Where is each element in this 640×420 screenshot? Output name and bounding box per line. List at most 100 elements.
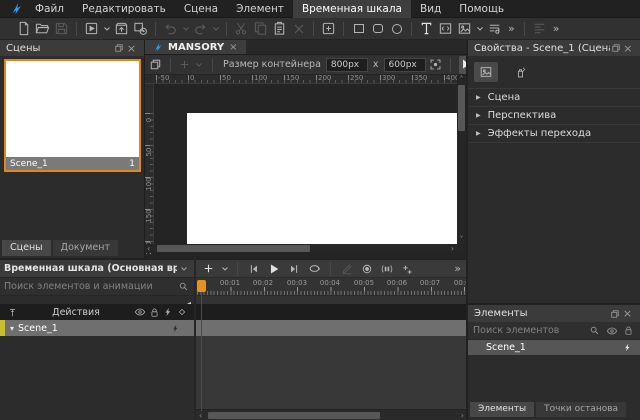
float-panel-icon[interactable]: [112, 42, 125, 55]
lock-column-icon[interactable]: [147, 305, 161, 319]
publish-settings-button[interactable]: [131, 19, 150, 38]
section-transition-effects[interactable]: ▶ Эффекты перехода: [468, 125, 640, 143]
canvas-viewport[interactable]: -50 0 50 100 150 200 250 300 350 400 0 5…: [145, 75, 468, 258]
track-expand-icon[interactable]: ▾: [10, 324, 14, 333]
scroll-left-arrow[interactable]: ‹: [147, 244, 150, 253]
go-to-end-button[interactable]: [285, 261, 303, 277]
stage-width-input[interactable]: [326, 58, 368, 72]
play-button[interactable]: [265, 261, 283, 277]
align-button[interactable]: [530, 19, 549, 38]
ellipse-tool-button[interactable]: [387, 19, 406, 38]
rectangle-tool-button[interactable]: [349, 19, 368, 38]
scroll-down-arrow[interactable]: ˅: [457, 235, 466, 244]
menu-file[interactable]: Файл: [26, 0, 73, 18]
stage-height-input[interactable]: [384, 58, 426, 72]
menu-view[interactable]: Вид: [411, 0, 450, 18]
undo-history-chevron[interactable]: [180, 19, 191, 38]
panel-divider[interactable]: [466, 40, 468, 420]
text-tool-button[interactable]: [417, 19, 436, 38]
add-element-button[interactable]: [319, 19, 338, 38]
scroll-right-arrow[interactable]: ›: [451, 244, 454, 253]
tab-breakpoints[interactable]: Точки останова: [536, 402, 626, 417]
fit-stage-button[interactable]: [429, 56, 442, 74]
document-tab[interactable]: MANSORY ×: [145, 40, 246, 54]
canvas-vertical-scrollbar[interactable]: ˄ ˅: [457, 75, 466, 244]
detach-stage-button[interactable]: [149, 56, 162, 74]
add-scene-button[interactable]: [179, 56, 190, 74]
section-scene[interactable]: ▶ Сцена: [468, 89, 640, 107]
scene-properties-tab[interactable]: [474, 62, 498, 82]
undo-button[interactable]: [161, 19, 180, 38]
rounded-rectangle-tool-button[interactable]: [368, 19, 387, 38]
preview-options-chevron[interactable]: [101, 19, 112, 38]
close-panel-icon[interactable]: ×: [621, 307, 634, 320]
transport-overflow-button[interactable]: »: [450, 262, 465, 275]
paste-button[interactable]: [270, 19, 289, 38]
timeline-select-chevron[interactable]: [177, 262, 190, 275]
timeline-band-scene1[interactable]: [196, 320, 468, 336]
scene-thumbnail[interactable]: Scene_1 1: [4, 59, 141, 172]
add-keyframe-button[interactable]: [398, 261, 416, 277]
loop-playback-button[interactable]: [305, 261, 323, 277]
close-panel-icon[interactable]: ×: [125, 42, 138, 55]
horizontal-scrollbar-thumb[interactable]: [157, 245, 310, 252]
playhead-marker[interactable]: [197, 280, 206, 292]
menu-timeline[interactable]: Временная шкала: [293, 0, 411, 18]
scroll-left-arrow[interactable]: ‹: [199, 411, 202, 420]
timeline-scrollbar-thumb[interactable]: [208, 412, 380, 419]
toolbar-overflow-button[interactable]: »: [504, 22, 519, 35]
toggle-lock-icon[interactable]: [622, 324, 635, 337]
menu-edit[interactable]: Редактировать: [73, 0, 175, 18]
redo-button[interactable]: [191, 19, 210, 38]
image-tool-button[interactable]: [455, 19, 474, 38]
scroll-up-arrow[interactable]: ˄: [457, 75, 466, 84]
effects-properties-tab[interactable]: [508, 62, 532, 82]
visibility-column-icon[interactable]: [133, 305, 147, 319]
delete-button[interactable]: [289, 19, 308, 38]
document-tab-close-icon[interactable]: ×: [229, 42, 237, 53]
section-perspective[interactable]: ▶ Перспектива: [468, 107, 640, 125]
image-options-chevron[interactable]: [474, 19, 485, 38]
vertical-scrollbar-thumb[interactable]: [458, 85, 465, 131]
close-panel-icon[interactable]: ×: [622, 42, 634, 55]
keyframe-column-icon[interactable]: [175, 305, 189, 319]
menu-element[interactable]: Элемент: [227, 0, 293, 18]
onion-skin-button[interactable]: [378, 261, 396, 277]
timeline-search-input[interactable]: [4, 281, 177, 292]
record-button[interactable]: [358, 261, 376, 277]
html-snippet-button[interactable]: [436, 19, 455, 38]
toggle-visibility-icon[interactable]: [605, 324, 618, 337]
timeline-horizontal-scrollbar[interactable]: ‹ ›: [196, 409, 468, 420]
timeline-ruler[interactable]: 00:01 00:02 00:03 00:04 00:05 00:06 00:0…: [196, 278, 468, 296]
cut-button[interactable]: [232, 19, 251, 38]
new-document-button[interactable]: [14, 19, 33, 38]
element-row-scene1[interactable]: Scene_1: [468, 340, 640, 355]
preview-scene-button[interactable]: [82, 19, 101, 38]
redo-history-chevron[interactable]: [210, 19, 221, 38]
pin-tracks-icon[interactable]: [5, 305, 19, 319]
copy-button[interactable]: [251, 19, 270, 38]
menu-scene[interactable]: Сцена: [175, 0, 227, 18]
track-row-scene1[interactable]: ▾ Scene_1: [0, 320, 194, 336]
go-to-start-button[interactable]: [245, 261, 263, 277]
tab-document[interactable]: Документ: [53, 240, 118, 256]
menu-help[interactable]: Помощь: [450, 0, 513, 18]
edit-curve-button[interactable]: [338, 261, 356, 277]
stage[interactable]: [187, 113, 457, 244]
float-panel-icon[interactable]: [610, 42, 622, 55]
scroll-right-arrow[interactable]: ›: [461, 411, 464, 420]
add-animation-chevron[interactable]: [219, 259, 230, 278]
add-scene-chevron[interactable]: [193, 55, 204, 74]
tab-elements[interactable]: Элементы: [470, 402, 534, 417]
publish-button[interactable]: [112, 19, 131, 38]
actions-column-icon[interactable]: [161, 305, 175, 319]
save-document-button[interactable]: [52, 19, 71, 38]
media-list-button[interactable]: [485, 19, 504, 38]
open-document-button[interactable]: [33, 19, 52, 38]
panel-divider[interactable]: [468, 303, 640, 305]
tab-scenes[interactable]: Сцены: [2, 240, 51, 256]
elements-search-input[interactable]: [473, 325, 584, 336]
add-animation-button[interactable]: [199, 261, 217, 277]
float-panel-icon[interactable]: [608, 307, 621, 320]
align-overflow-button[interactable]: »: [549, 22, 564, 35]
